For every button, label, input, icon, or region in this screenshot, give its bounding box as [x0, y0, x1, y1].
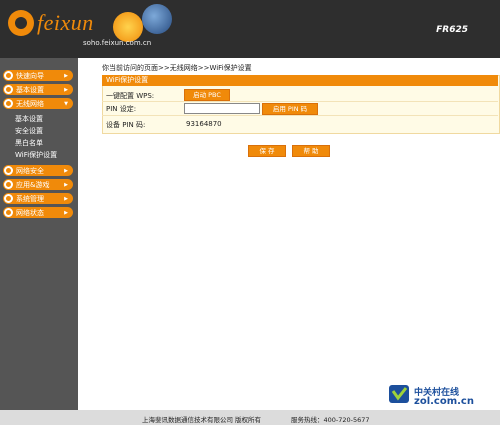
arrow-right-icon: ▶ [64, 209, 68, 216]
menu-bullet-icon [4, 71, 13, 80]
zol-watermark: 中关村在线 zol.com.cn [388, 383, 488, 409]
sidebar-item-label: 快速向导 [16, 71, 44, 80]
save-button[interactable]: 保 存 [248, 145, 286, 157]
brand-name: feixun [37, 10, 94, 35]
arrow-right-icon: ▶ [64, 181, 68, 188]
sidebar-subitem-basic[interactable]: 基本设置 [15, 114, 43, 124]
zol-url: zol.com.cn [414, 396, 474, 407]
pin-label: PIN 设定: [106, 105, 137, 113]
sidebar-item-basic-settings[interactable]: 基本设置 ▶ [3, 84, 73, 95]
menu-bullet-icon [4, 99, 13, 108]
sidebar-item-label: 应用&游戏 [16, 180, 50, 189]
sidebar-subitem-wps[interactable]: WiFi保护设置 [15, 150, 57, 160]
menu-bullet-icon [4, 208, 13, 217]
device-pin-value: 93164870 [186, 120, 222, 128]
sidebar-item-wireless[interactable]: 无线网络 ▼ [3, 98, 73, 109]
sidebar-item-quick-setup[interactable]: 快速向导 ▶ [3, 70, 73, 81]
brand-logo-icon [8, 10, 34, 36]
sidebar-item-network-security[interactable]: 网络安全 ▶ [3, 165, 73, 176]
menu-bullet-icon [4, 194, 13, 203]
sidebar-item-label: 网络安全 [16, 166, 44, 175]
help-button[interactable]: 帮 助 [292, 145, 330, 157]
orange-decoration-icon [110, 2, 146, 42]
panel-title: WiFi保护设置 [102, 75, 498, 86]
sidebar [0, 58, 78, 410]
device-pin-label: 设备 PIN 码: [106, 121, 146, 129]
menu-bullet-icon [4, 166, 13, 175]
sidebar-item-network-status[interactable]: 网络状态 ▶ [3, 207, 73, 218]
enable-pin-button[interactable]: 启用 PIN 码 [262, 103, 318, 115]
arrow-right-icon: ▶ [64, 86, 68, 93]
sidebar-item-label: 网络状态 [16, 208, 44, 217]
arrow-down-icon: ▼ [64, 100, 68, 107]
menu-bullet-icon [4, 180, 13, 189]
wps-label: 一键配置 WPS: [106, 92, 155, 100]
zol-logo-icon [389, 385, 409, 403]
menu-bullet-icon [4, 85, 13, 94]
globe-icon [142, 4, 172, 34]
footer-rights: 版权所有 [235, 416, 261, 424]
footer-company: 上海斐讯数据通信技术有限公司 [142, 416, 233, 424]
footer-hotline: 服务热线：400-720-5677 [291, 416, 370, 424]
sidebar-item-label: 无线网络 [16, 99, 44, 108]
site-url: soho.feixun.com.cn [83, 39, 152, 47]
sidebar-item-label: 系统管理 [16, 194, 44, 203]
router-model: FR625 [436, 25, 468, 35]
row-divider [102, 115, 498, 116]
arrow-right-icon: ▶ [64, 167, 68, 174]
breadcrumb: 你当前访问的页面>>无线网络>>WiFi保护设置 [102, 64, 252, 72]
sidebar-item-apps-games[interactable]: 应用&游戏 ▶ [3, 179, 73, 190]
arrow-right-icon: ▶ [64, 72, 68, 79]
start-pbc-button[interactable]: 启动 PBC [184, 89, 230, 101]
sidebar-subitem-blacklist[interactable]: 黑白名单 [15, 138, 43, 148]
arrow-right-icon: ▶ [64, 195, 68, 202]
row-divider [102, 101, 498, 102]
sidebar-item-system-admin[interactable]: 系统管理 ▶ [3, 193, 73, 204]
pin-input[interactable] [184, 103, 260, 114]
brand-logo: feixun [8, 8, 94, 38]
sidebar-item-label: 基本设置 [16, 85, 44, 94]
sidebar-subitem-security[interactable]: 安全设置 [15, 126, 43, 136]
panel-title-text: WiFi保护设置 [106, 76, 149, 84]
